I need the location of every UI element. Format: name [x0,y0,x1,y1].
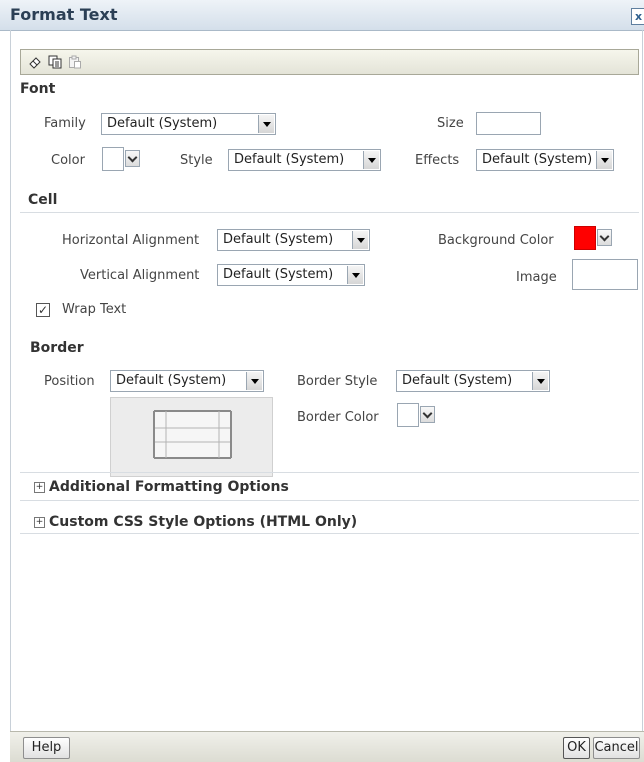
border-section-title: Border [30,340,84,356]
vertical-alignment-value: Default (System) [223,267,334,282]
help-button[interactable]: Help [23,737,70,759]
expander-divider-mid [20,500,639,501]
clear-format-icon[interactable] [28,55,42,69]
frame-left-border [10,30,11,731]
chevron-down-icon [363,151,379,169]
font-family-value: Default (System) [107,116,218,131]
cancel-button[interactable]: Cancel [593,737,640,759]
border-position-value: Default (System) [116,373,227,388]
dialog-footer: Help OK Cancel [10,731,644,762]
format-toolbar [20,49,639,75]
chevron-down-icon [246,372,262,390]
font-style-select[interactable]: Default (System) [228,149,381,171]
font-family-select[interactable]: Default (System) [101,113,276,135]
cell-section-title: Cell [28,192,58,208]
background-color-picker[interactable] [574,226,614,250]
wrap-text-label: Wrap Text [62,302,127,317]
chevron-down-icon [597,229,612,246]
font-effects-value: Default (System) [482,152,593,167]
border-color-picker[interactable] [397,403,437,427]
font-effects-select[interactable]: Default (System) [476,149,614,171]
font-style-label: Style [180,153,213,168]
border-position-label: Position [44,374,95,389]
copy-format-icon[interactable] [48,55,62,69]
font-color-picker[interactable] [102,147,142,171]
additional-formatting-toggle[interactable]: Additional Formatting Options [49,479,289,495]
ok-button[interactable]: OK [563,737,590,759]
font-effects-label: Effects [415,153,460,168]
cell-section-divider [20,212,639,213]
border-style-select[interactable]: Default (System) [396,370,550,392]
paste-format-icon[interactable] [68,55,82,69]
dialog-title: Format Text [10,5,118,24]
plus-expand-icon[interactable]: + [34,482,45,493]
chevron-down-icon [532,372,548,390]
border-color-swatch [397,403,419,427]
font-size-label: Size [437,116,464,131]
vertical-alignment-label: Vertical Alignment [80,268,200,283]
chevron-down-icon [420,406,435,423]
chevron-down-icon [258,115,274,133]
font-color-swatch [102,147,124,171]
expander-divider-top [20,472,639,473]
expander-divider-bottom [20,533,639,534]
border-color-label: Border Color [297,410,379,425]
background-color-label: Background Color [438,233,554,248]
border-preview-icon [153,410,232,459]
font-color-label: Color [51,153,85,168]
chevron-down-icon [596,151,612,169]
border-style-label: Border Style [297,374,378,389]
wrap-text-checkbox[interactable]: ✓ [36,303,50,317]
frame-right-border [642,30,643,731]
border-preview-panel[interactable] [110,397,273,477]
horizontal-alignment-select[interactable]: Default (System) [217,229,370,251]
horizontal-alignment-label: Horizontal Alignment [62,233,200,248]
close-button[interactable]: x [631,8,644,25]
font-family-label: Family [44,116,86,131]
chevron-down-icon [352,231,368,249]
plus-expand-icon[interactable]: + [34,517,45,528]
image-input[interactable] [572,259,638,290]
chevron-down-icon [125,150,140,167]
custom-css-toggle[interactable]: Custom CSS Style Options (HTML Only) [49,514,357,530]
image-label: Image [516,270,557,285]
border-style-value: Default (System) [402,373,513,388]
font-size-input[interactable] [476,112,541,135]
border-position-select[interactable]: Default (System) [110,370,264,392]
font-style-value: Default (System) [234,152,345,167]
background-color-swatch [574,226,596,250]
font-section-title: Font [20,81,56,97]
chevron-down-icon [347,266,363,284]
horizontal-alignment-value: Default (System) [223,232,334,247]
vertical-alignment-select[interactable]: Default (System) [217,264,365,286]
